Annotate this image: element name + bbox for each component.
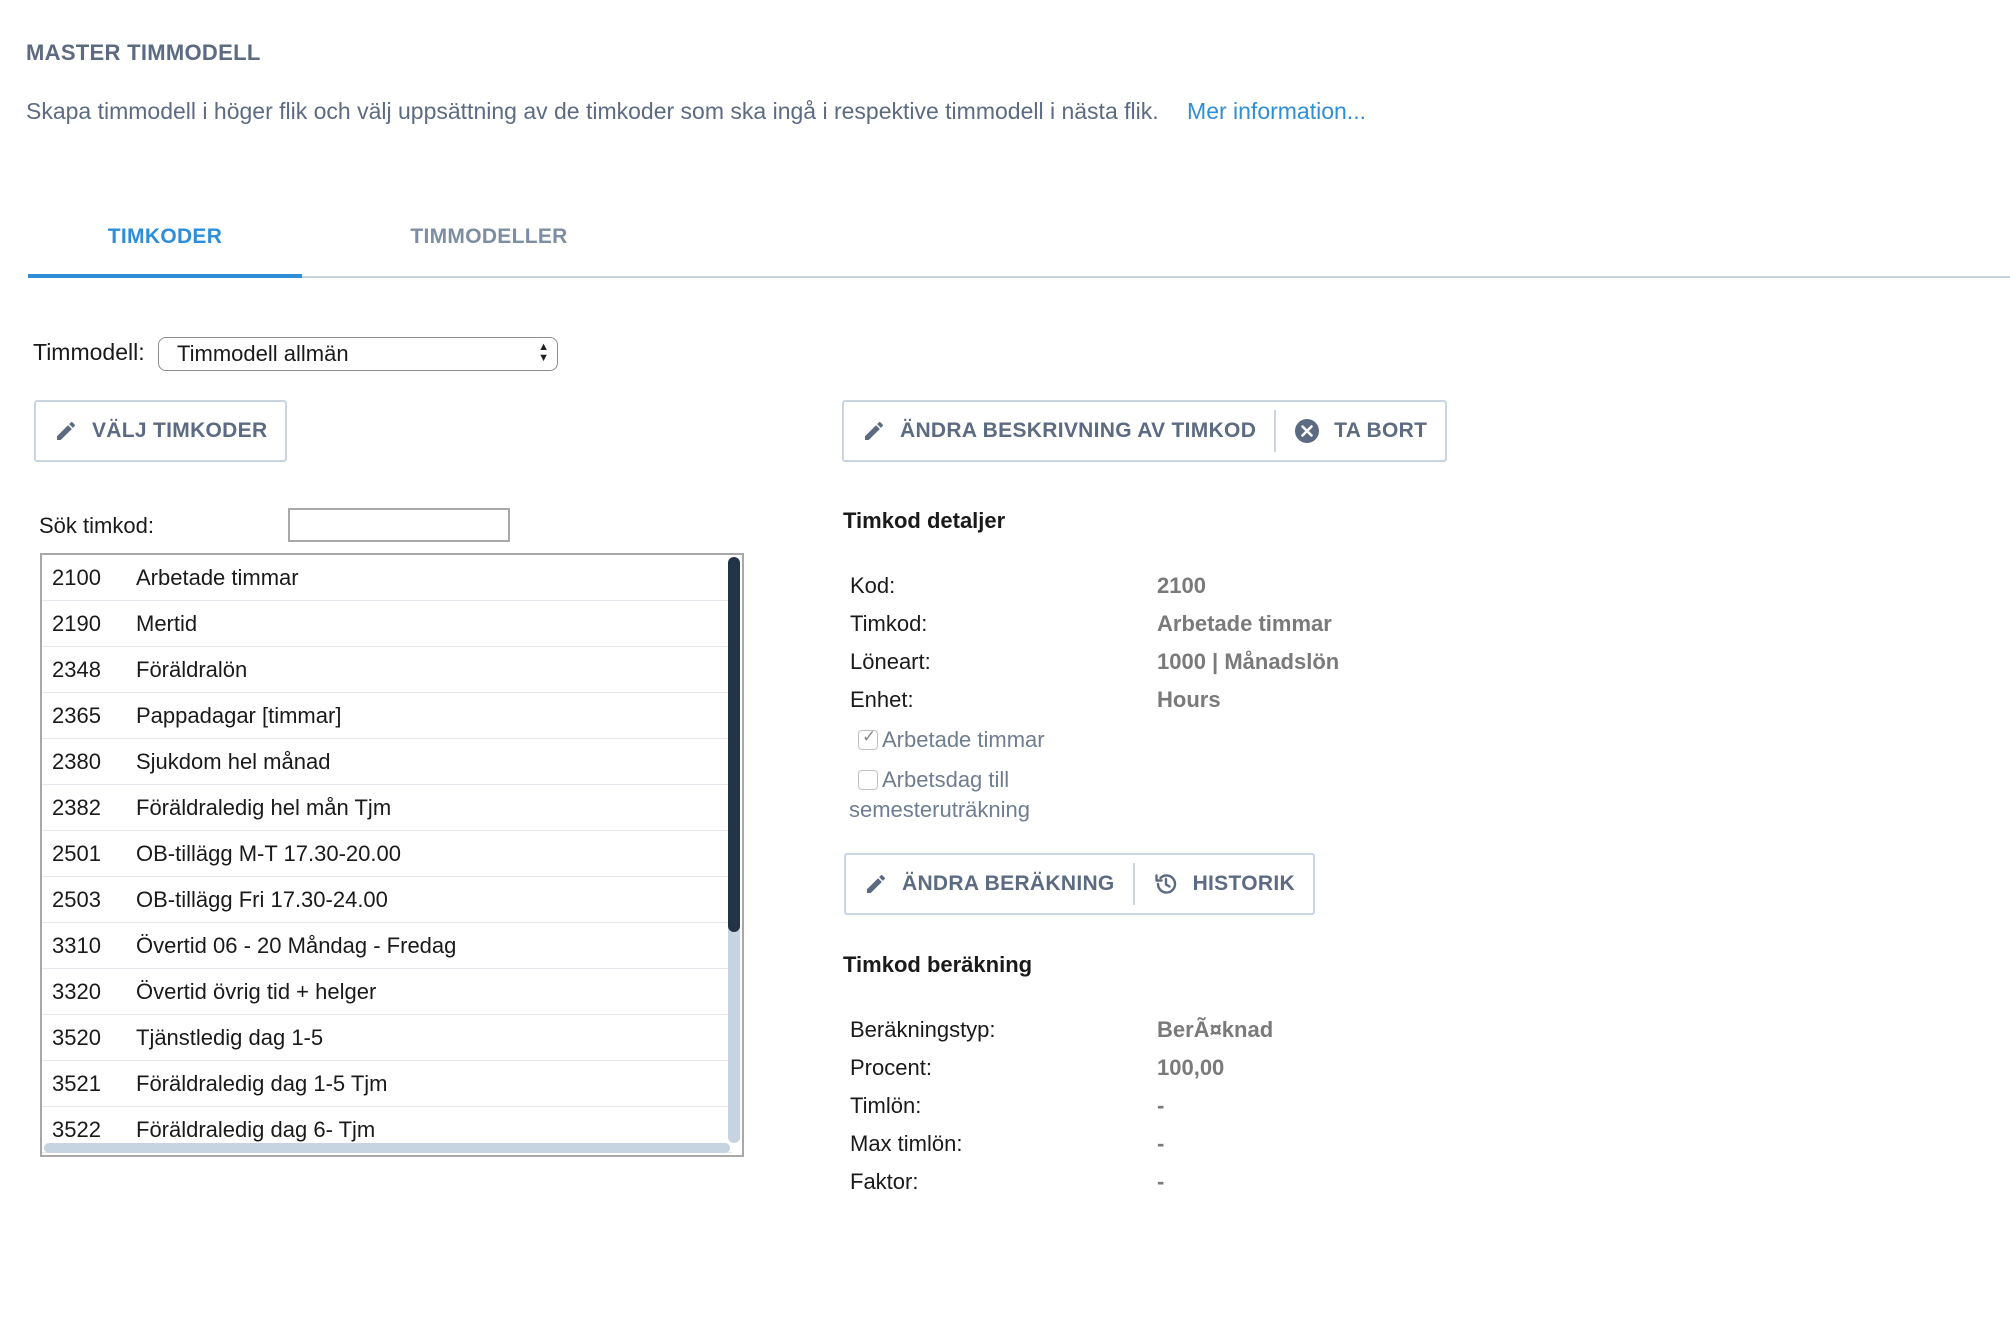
enhet-label: Enhet: — [850, 687, 914, 712]
code-name: Föräldralön — [136, 657, 248, 682]
worked-hours-checkbox-row: ✓ Arbetade timmar — [858, 727, 1045, 753]
calc-toolbar: ÄNDRA BERÄKNING HISTORIK — [844, 853, 1315, 915]
max-hourly-wage-label: Max timlön: — [850, 1131, 963, 1156]
timkod-list[interactable]: 2100 Arbetade timmar 2190 Mertid 2348 Föräl… — [40, 553, 744, 1157]
hourly-wage-label: Timlön: — [850, 1093, 922, 1118]
factor-value: - — [1157, 1169, 1165, 1194]
right-toolbar: ÄNDRA BESKRIVNING AV TIMKOD TA BORT — [842, 400, 1448, 462]
calculation-title: Timkod beräkning — [843, 952, 1033, 977]
code-number: 2365 — [52, 703, 101, 728]
list-item[interactable]: 3520 Tjänstledig dag 1-5 — [42, 1015, 732, 1061]
list-item[interactable]: 2348 Föräldralön — [42, 647, 732, 693]
select-codes-label: VÄLJ TIMKODER — [92, 419, 268, 442]
scrollbar-thumb[interactable] — [728, 557, 740, 932]
select-codes-button[interactable]: VÄLJ TIMKODER — [36, 402, 285, 460]
pencil-icon — [865, 421, 884, 440]
code-number: 3521 — [52, 1071, 101, 1096]
edit-description-label: ÄNDRA BESKRIVNING AV TIMKOD — [900, 419, 1257, 442]
list-item[interactable]: 3310 Övertid 06 - 20 Måndag - Fredag — [42, 923, 732, 969]
code-name: Pappadagar [timmar] — [136, 703, 342, 728]
list-item[interactable]: 3320 Övertid övrig tid + helger — [42, 969, 732, 1015]
worked-hours-checkbox-label: Arbetade timmar — [882, 727, 1045, 752]
delete-label: TA BORT — [1334, 419, 1428, 442]
workday-checkbox-label-line2: semesteruträkning — [849, 797, 1030, 822]
timmodell-select-value: Timmodell allmän — [177, 341, 349, 366]
workday-checkbox-row: Arbetsdag till — [858, 767, 1009, 793]
pencil-icon — [867, 874, 886, 893]
max-hourly-wage-value: - — [1157, 1131, 1165, 1156]
delete-button[interactable]: TA BORT — [1276, 402, 1445, 460]
code-name: Övertid övrig tid + helger — [136, 979, 377, 1004]
history-label: HISTORIK — [1192, 872, 1295, 895]
list-item[interactable]: 2501 OB-tillägg M-T 17.30-20.00 — [42, 831, 732, 877]
list-item[interactable]: 2380 Sjukdom hel månad — [42, 739, 732, 785]
loneart-value: 1000 | Månadslön — [1157, 649, 1340, 674]
page-title: MASTER TIMMODELL — [26, 40, 261, 65]
workday-checkbox-label: Arbetsdag till — [882, 767, 1010, 792]
code-name: Föräldraledig hel mån Tjm — [136, 795, 392, 820]
calc-type-label: Beräkningstyp: — [850, 1017, 996, 1042]
intro-text: Skapa timmodell i höger flik och välj up… — [26, 98, 1366, 125]
code-name: OB-tillägg Fri 17.30-24.00 — [136, 887, 388, 912]
calc-type-value: BerÃ¤knad — [1157, 1017, 1274, 1042]
timkod-value: Arbetade timmar — [1157, 611, 1332, 636]
timmodell-label: Timmodell: — [33, 339, 145, 365]
list-item[interactable]: 2503 OB-tillägg Fri 17.30-24.00 — [42, 877, 732, 923]
pencil-icon — [57, 421, 76, 440]
timmodell-select[interactable]: Timmodell allmän ▲ ▼ — [158, 337, 558, 371]
loneart-label: Löneart: — [850, 649, 931, 674]
code-number: 2100 — [52, 565, 101, 590]
enhet-value: Hours — [1157, 687, 1221, 712]
code-name: Sjukdom hel månad — [136, 749, 331, 774]
percent-label: Procent: — [850, 1055, 932, 1080]
code-number: 2380 — [52, 749, 101, 774]
percent-value: 100,00 — [1157, 1055, 1225, 1080]
history-button[interactable]: HISTORIK — [1135, 855, 1313, 913]
intro-description: Skapa timmodell i höger flik och välj up… — [26, 98, 1159, 124]
code-name: Arbetade timmar — [136, 565, 299, 590]
vertical-scrollbar[interactable] — [728, 557, 740, 1143]
close-circle-icon — [1295, 419, 1320, 443]
history-icon — [1154, 874, 1176, 894]
search-input[interactable] — [288, 508, 510, 542]
tab-bar: TIMKODER TIMMODELLER — [28, 215, 2010, 278]
left-toolbar: VÄLJ TIMKODER — [34, 400, 288, 462]
select-arrows-icon: ▲ ▼ — [538, 341, 549, 364]
code-number: 2503 — [52, 887, 101, 912]
tab-timkoder[interactable]: TIMKODER — [28, 215, 302, 278]
factor-label: Faktor: — [850, 1169, 919, 1194]
list-item[interactable]: 2365 Pappadagar [timmar] — [42, 693, 732, 739]
code-name: Tjänstledig dag 1-5 — [136, 1025, 324, 1050]
tab-timmodeller[interactable]: TIMMODELLER — [302, 215, 676, 276]
code-number: 2190 — [52, 611, 101, 636]
code-number: 3310 — [52, 933, 101, 958]
hourly-wage-value: - — [1157, 1093, 1165, 1118]
list-item[interactable]: 2382 Föräldraledig hel mån Tjm — [42, 785, 732, 831]
code-name: Mertid — [136, 611, 198, 636]
code-number: 3320 — [52, 979, 101, 1004]
edit-description-button[interactable]: ÄNDRA BESKRIVNING AV TIMKOD — [844, 402, 1274, 460]
search-label: Sök timkod: — [39, 513, 154, 538]
timkod-label: Timkod: — [850, 611, 928, 636]
list-item[interactable]: 2190 Mertid — [42, 601, 732, 647]
workday-checkbox[interactable] — [858, 770, 878, 790]
list-item[interactable]: 3521 Föräldraledig dag 1-5 Tjm — [42, 1061, 732, 1107]
worked-hours-checkbox[interactable]: ✓ — [858, 727, 878, 750]
code-name: Föräldraledig dag 1-5 Tjm — [136, 1071, 388, 1096]
code-number: 2501 — [52, 841, 101, 866]
edit-calculation-button[interactable]: ÄNDRA BERÄKNING — [846, 855, 1133, 913]
details-title: Timkod detaljer — [843, 508, 1006, 533]
kod-value: 2100 — [1157, 573, 1206, 598]
check-icon: ✓ — [862, 727, 877, 746]
edit-calculation-label: ÄNDRA BERÄKNING — [902, 872, 1115, 895]
list-item[interactable]: 2100 Arbetade timmar — [42, 555, 732, 601]
code-name: Övertid 06 - 20 Måndag - Fredag — [136, 933, 457, 958]
more-info-link[interactable]: Mer information... — [1187, 98, 1366, 124]
horizontal-scrollbar[interactable] — [44, 1143, 730, 1153]
kod-label: Kod: — [850, 573, 896, 598]
code-number: 3520 — [52, 1025, 101, 1050]
code-name: OB-tillägg M-T 17.30-20.00 — [136, 841, 401, 866]
code-number: 2382 — [52, 795, 101, 820]
code-number: 2348 — [52, 657, 101, 682]
